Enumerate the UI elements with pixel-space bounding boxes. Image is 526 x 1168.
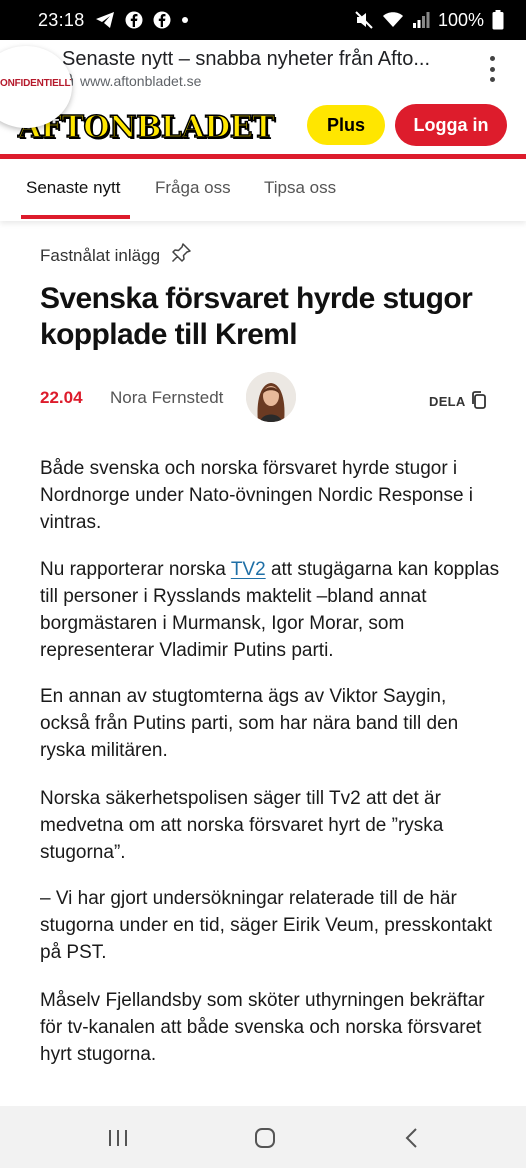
- tab-senaste-nytt[interactable]: Senaste nytt: [26, 178, 121, 198]
- tv2-link[interactable]: TV2: [231, 559, 266, 580]
- login-button[interactable]: Logga in: [395, 104, 507, 146]
- facebook-icon: [153, 11, 171, 29]
- author-avatar[interactable]: [246, 372, 296, 422]
- tab-fraga-oss[interactable]: Fråga oss: [155, 178, 231, 198]
- badge-text: ONFIDENTIELLT: [0, 78, 72, 89]
- signal-icon: [412, 11, 430, 29]
- article-paragraph: Norska säkerhetspolisen säger till Tv2 a…: [40, 788, 444, 863]
- article-paragraph: – Vi har gjort undersökningar relaterade…: [40, 888, 493, 963]
- back-icon[interactable]: [397, 1124, 427, 1152]
- status-bar: 23:18 100%: [0, 0, 526, 40]
- browser-url-row[interactable]: www.aftonbladet.se: [62, 72, 201, 89]
- wifi-icon: [382, 11, 404, 29]
- site-header: AFTONBLADET Plus Logga in: [0, 98, 526, 154]
- dot-icon: [181, 16, 189, 24]
- browser-menu-icon[interactable]: [480, 54, 504, 84]
- browser-url: www.aftonbladet.se: [80, 72, 202, 89]
- system-nav-bar: [0, 1106, 526, 1168]
- mute-icon: [354, 10, 374, 30]
- plus-button[interactable]: Plus: [307, 105, 385, 145]
- recent-apps-icon[interactable]: [103, 1124, 133, 1152]
- browser-page-title[interactable]: Senaste nytt – snabba nyheter från Afto.…: [62, 48, 452, 71]
- share-label: DELA: [429, 394, 466, 409]
- telegram-icon: [95, 11, 115, 29]
- article-time: 22.04: [40, 388, 83, 407]
- status-time: 23:18: [38, 9, 85, 30]
- tab-bar: Senaste nytt Fråga oss Tipsa oss: [0, 159, 526, 221]
- pinned-label-row: Fastnålat inlägg: [40, 242, 192, 269]
- active-tab-indicator: [21, 215, 130, 219]
- article-paragraph: En annan av stugtomterna ägs av Viktor S…: [40, 686, 459, 761]
- article-paragraph: Måselv Fjellandsby som sköter uthyrninge…: [40, 990, 485, 1065]
- battery-icon: [492, 10, 504, 30]
- home-icon[interactable]: [250, 1124, 280, 1152]
- copy-icon: [470, 390, 488, 413]
- article-paragraph: Både svenska och norska försvaret hyrde …: [40, 458, 474, 533]
- browser-header: Senaste nytt – snabba nyheter från Afto.…: [0, 40, 526, 98]
- facebook-icon: [125, 11, 143, 29]
- pin-icon: [170, 242, 192, 269]
- article-author[interactable]: Nora Fernstedt: [110, 388, 223, 408]
- article-paragraph: Nu rapporterar norska TV2 att stugägarna…: [40, 559, 500, 661]
- article-headline: Svenska försvaret hyrde stugor kopplade …: [40, 282, 473, 351]
- pinned-label: Fastnålat inlägg: [40, 245, 161, 265]
- battery-percent: 100%: [437, 9, 484, 30]
- share-button[interactable]: DELA: [429, 390, 488, 413]
- tab-tipsa-oss[interactable]: Tipsa oss: [264, 178, 336, 198]
